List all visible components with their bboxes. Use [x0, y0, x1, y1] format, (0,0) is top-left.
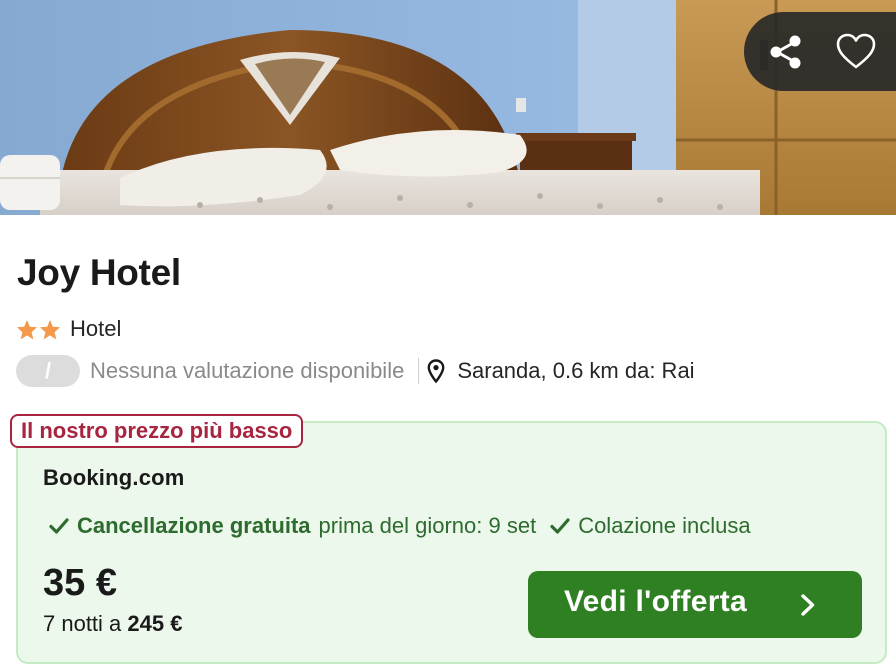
hotel-name[interactable]: Joy Hotel — [17, 252, 181, 294]
star-rating — [16, 319, 61, 340]
total-price: 245 € — [127, 611, 183, 636]
view-offer-label: Vedi l'offerta — [564, 585, 748, 618]
location-text[interactable]: Saranda, 0.6 km da: Rai — [457, 358, 694, 384]
free-cancellation-date: prima del giorno: 9 set — [318, 513, 537, 538]
lowest-price-badge: Il nostro prezzo più basso — [10, 414, 304, 448]
breakfast-included-label: Colazione inclusa — [578, 513, 751, 538]
deal-features: Cancellazione gratuita prima del giorno:… — [49, 512, 751, 540]
view-offer-button[interactable]: Vedi l'offerta — [528, 571, 862, 638]
hotel-category: Hotel — [16, 316, 121, 342]
heart-outline-icon — [836, 33, 876, 68]
check-icon — [550, 517, 570, 535]
provider-name: Booking.com — [43, 465, 185, 490]
rating-badge[interactable]: / — [16, 355, 80, 387]
hotel-type: Hotel — [70, 316, 122, 341]
star-icon — [39, 319, 61, 340]
chevron-right-icon — [800, 593, 816, 622]
favorite-button[interactable] — [824, 12, 888, 91]
check-icon — [49, 517, 69, 535]
photo-actions — [744, 12, 896, 91]
nightly-price: 35 € — [43, 562, 117, 604]
free-cancellation-label: Cancellazione gratuita — [77, 513, 311, 538]
rating-text[interactable]: Nessuna valutazione disponibile — [90, 358, 404, 384]
share-button[interactable] — [754, 12, 818, 91]
total-price-note: 7 notti a 245 € — [43, 611, 182, 637]
nights-prefix: 7 notti a — [43, 611, 128, 636]
share-icon — [770, 35, 801, 68]
rating-location-row: / Nessuna valutazione disponibile Sarand… — [16, 354, 695, 388]
divider — [418, 358, 420, 384]
star-icon — [16, 319, 38, 340]
location-pin-icon — [427, 359, 445, 383]
